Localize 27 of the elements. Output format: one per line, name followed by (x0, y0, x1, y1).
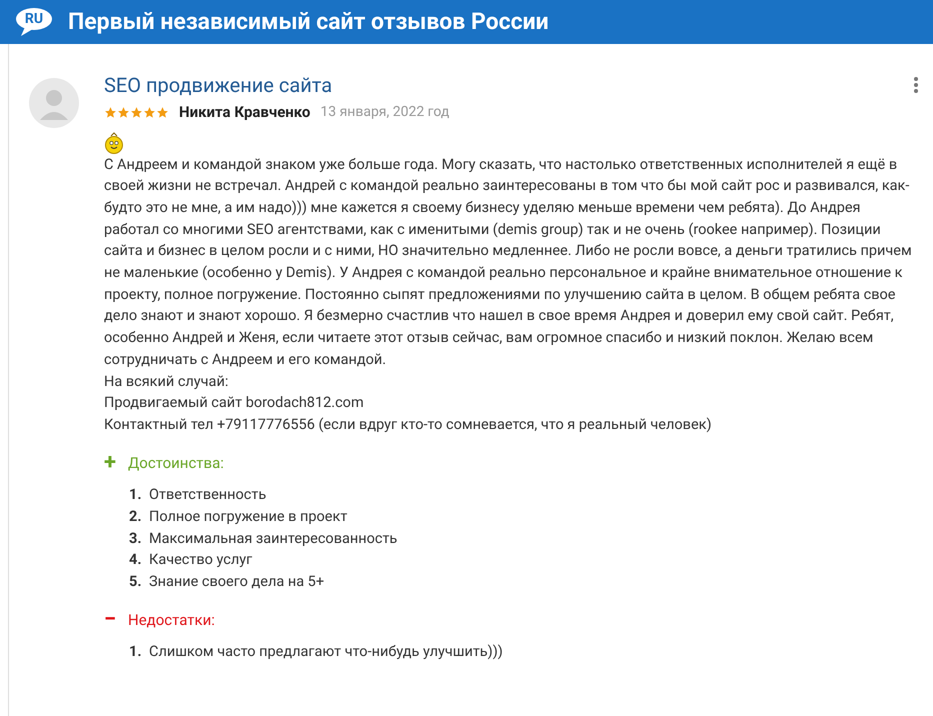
item-number: 5. (129, 572, 143, 592)
review-text: Контактный тел +79117776556 (если вдруг кто-то сомневается, что я реальный человек) (104, 414, 713, 435)
list-item-text: Знание своего дела на 5+ (149, 572, 324, 592)
smiley-icon (104, 132, 124, 154)
list-item-text: Максимальная заинтересованность (149, 528, 398, 549)
site-title: Первый независимый сайт отзывов России (68, 6, 549, 37)
list-item-text: Ответственность (149, 485, 266, 506)
item-number: 2. (129, 506, 143, 527)
avatar-icon (29, 78, 79, 128)
list-item-text: Качество услуг (149, 550, 252, 570)
review-date: 13 января, 2022 год (320, 102, 450, 122)
item-number: 4. (129, 550, 143, 570)
review-title[interactable]: SEO продвижение сайта (104, 70, 332, 100)
section-heading: Достоинства: (128, 452, 224, 474)
section-sign: + (104, 452, 117, 474)
item-number: 3. (129, 528, 143, 549)
list-item-text: Слишком часто предлагают что-нибудь улучшить))) (149, 642, 503, 662)
more-options-icon[interactable] (913, 76, 919, 94)
review-text: На всякий случай: (104, 372, 230, 392)
review-text: С Андреем и командой знаком уже больше года. Могу сказать, что настолько ответственных исполнителей я ещё в своей жизни не встречал. Андрей с командой реально заинтересованы в том что бы мой сайт рос и развивался, как-будто это не мне, а им надо))) мне кажется я своему бизнесу уделяю меньше времени чем ребята). До Андрея работал со многими SEO агентствами, как с именитыми (demis group) так и не очень (rookee например). Позиции сайта и бизнес в целом росли и с ними, НО значительно медленнее. Либо не росли вовсе, а деньги тратились причем не маленькие (особенно у Demis). У Андрея с командой реально персональное и крайне внимательное отношение к проекту, полное погружение. Постоянно сыпят предложениями по улучшению сайта в целом. В общем ребята свое дело знают и знают хорошо. Я безмерно счастлив что нашел в свое время Андрея и доверил ему свой сайт. Ребят, особенно Андрей и Женя, если читаете этот отзыв сейчас, вам огромное спасибо и низкий поклон. Желаю всем сотрудничать с Андреем и его командой. (104, 154, 913, 370)
author-name[interactable]: Никита Кравченко (179, 101, 310, 124)
item-number: 1. (129, 485, 143, 506)
section-sign: − (104, 608, 118, 631)
section-heading: Недостатки: (128, 610, 215, 631)
review-text: Продвигаемый сайт borodach812.com (104, 393, 365, 414)
item-number: 1. (129, 642, 143, 662)
list-item-text: Полное погружение в проект (149, 506, 348, 527)
